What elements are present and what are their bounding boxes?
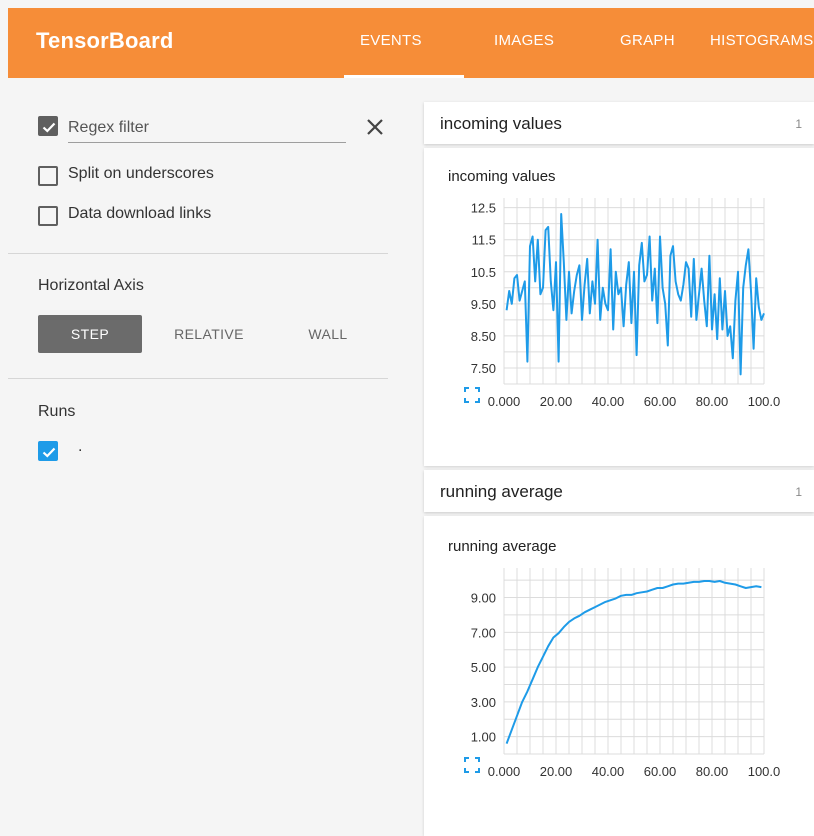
x-tick-label: 100.0 [748,394,781,409]
run-label: . [78,438,83,455]
tab-histograms[interactable]: HISTOGRAMS [710,32,814,49]
tab-images[interactable]: IMAGES [494,32,554,49]
regex-filter-checkbox[interactable] [38,116,58,136]
x-tick-label: 40.00 [592,764,625,779]
axis-wall-button[interactable]: WALL [288,315,368,353]
divider [8,253,388,254]
split-underscores-label: Split on underscores [68,165,214,182]
card-count: 1 [795,485,802,499]
y-tick-label: 1.00 [471,730,496,745]
x-tick-label: 60.00 [644,394,677,409]
x-tick-label: 80.00 [696,394,729,409]
top-app-bar: TensorBoard EVENTS IMAGES GRAPH HISTOGRA… [8,8,814,78]
card-header-running-average[interactable]: running average 1 [424,470,814,512]
y-tick-label: 5.00 [471,660,496,675]
y-tick-label: 9.00 [471,591,496,606]
x-tick-label: 0.000 [488,394,521,409]
line-chart-incoming-values: 7.50 8.50 9.50 10.5 11.5 12.5 0.000 20.00 40.00 6… [471,198,781,409]
card-title: running average [440,482,563,501]
card-title: incoming values [440,114,562,133]
y-tick-label: 10.5 [471,265,496,280]
y-tick-label: 12.5 [471,201,496,216]
runs-title: Runs [38,403,76,420]
axis-step-button[interactable]: STEP [38,315,142,353]
x-tick-label: 60.00 [644,764,677,779]
y-tick-label: 3.00 [471,695,496,710]
x-tick-label: 80.00 [696,764,729,779]
tab-graph[interactable]: GRAPH [620,32,675,49]
regex-filter-input[interactable] [68,114,346,143]
y-tick-label: 9.50 [471,297,496,312]
checkmark-icon [42,122,56,133]
y-tick-label: 7.00 [471,625,496,640]
x-tick-label: 0.000 [488,764,521,779]
x-tick-label: 100.0 [748,764,781,779]
split-underscores-checkbox[interactable] [38,166,58,186]
app-title: TensorBoard [36,28,174,53]
x-tick-label: 20.00 [540,394,573,409]
x-tick-label: 40.00 [592,394,625,409]
tab-events[interactable]: EVENTS [360,32,422,49]
axis-relative-button[interactable]: RELATIVE [158,315,260,353]
fullscreen-icon[interactable] [464,757,480,773]
line-chart-running-average: 1.00 3.00 5.00 7.00 9.00 0.000 20.00 40.00 60.00… [471,568,781,779]
chart-card-incoming-values: incoming values 7.50 8.50 9.50 10.5 11.5 12.5… [424,148,814,466]
card-count: 1 [795,117,802,131]
data-download-label: Data download links [68,205,212,222]
chart-card-running-average: running average 1.00 3.00 5.00 7.00 9.00 0.00… [424,516,814,836]
y-tick-label: 11.5 [472,233,496,248]
checkmark-icon [42,447,56,458]
clear-filter-icon[interactable] [364,116,386,138]
data-download-checkbox[interactable] [38,206,58,226]
y-tick-label: 8.50 [471,329,496,344]
divider [8,378,388,379]
grid [503,568,765,755]
card-header-incoming-values[interactable]: incoming values 1 [424,102,814,144]
y-tick-label: 7.50 [471,361,496,376]
x-tick-label: 20.00 [540,764,573,779]
fullscreen-icon[interactable] [464,387,480,403]
run-checkbox[interactable] [38,441,58,461]
horizontal-axis-title: Horizontal Axis [38,277,144,294]
sidebar: Split on underscores Data download links… [8,78,388,836]
